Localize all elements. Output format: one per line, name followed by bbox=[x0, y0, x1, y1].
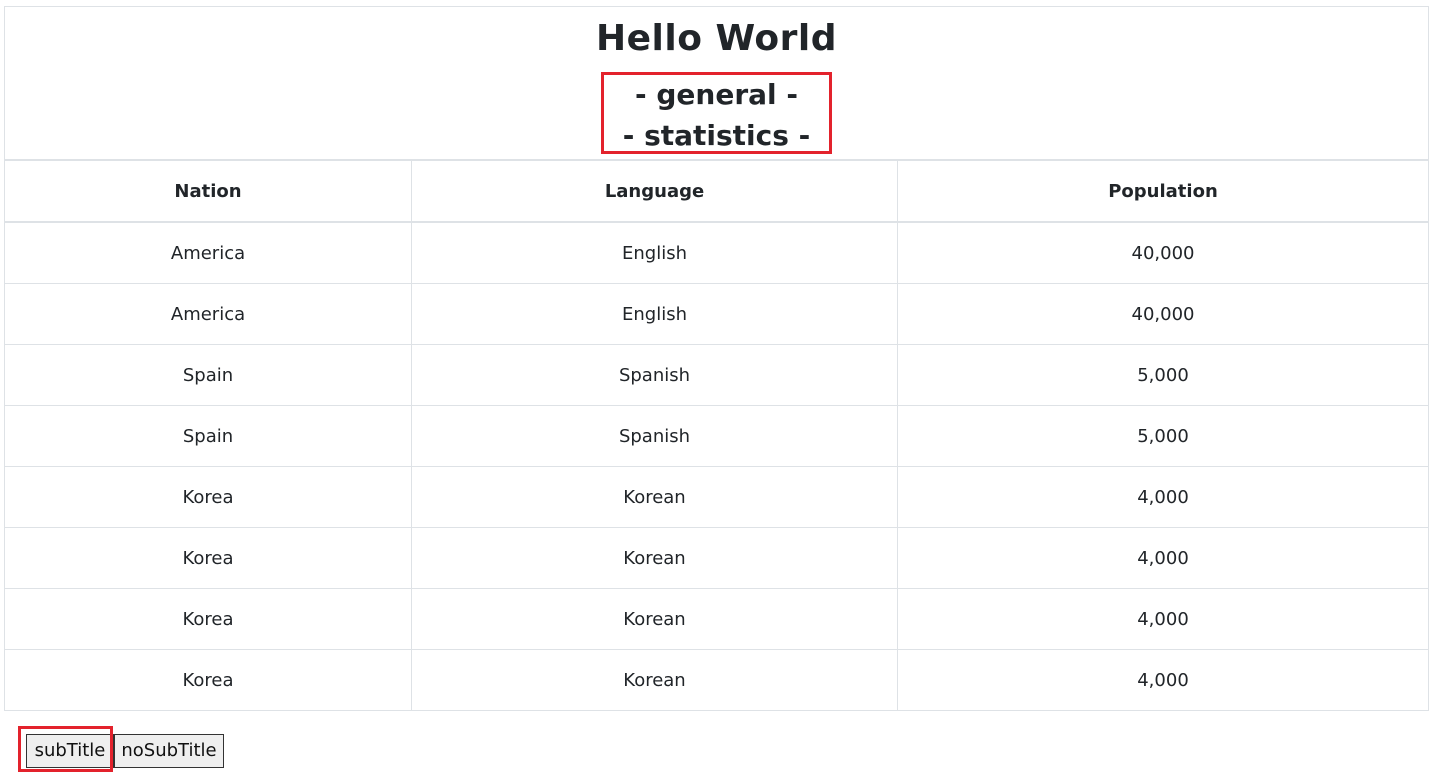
subtitle-line-statistics: - statistics - bbox=[622, 119, 811, 152]
table-row: America English 40,000 bbox=[4, 283, 1429, 345]
column-header-language: Language bbox=[411, 159, 898, 223]
cell-nation: Spain bbox=[4, 405, 412, 467]
page-title: Hello World bbox=[595, 18, 837, 59]
subtitle-line-general: - general - bbox=[635, 78, 798, 111]
cell-population: 40,000 bbox=[897, 283, 1429, 345]
cell-nation: America bbox=[4, 283, 412, 345]
cell-language: English bbox=[411, 221, 898, 284]
cell-language: Korean bbox=[411, 588, 898, 650]
cell-population: 4,000 bbox=[897, 527, 1429, 589]
cell-language: Korean bbox=[411, 466, 898, 528]
cell-nation: America bbox=[4, 221, 412, 284]
cell-population: 4,000 bbox=[897, 649, 1429, 711]
subtitle-button[interactable]: subTitle bbox=[26, 734, 114, 768]
page-container: Hello World - general - - statistics - N… bbox=[4, 6, 1429, 711]
cell-nation: Korea bbox=[4, 588, 412, 650]
table-row: Spain Spanish 5,000 bbox=[4, 344, 1429, 406]
table-header-row: Nation Language Population bbox=[4, 159, 1429, 223]
cell-nation: Korea bbox=[4, 527, 412, 589]
table-caption: Hello World - general - - statistics - bbox=[4, 6, 1429, 161]
table-row: Spain Spanish 5,000 bbox=[4, 405, 1429, 467]
statistics-table: Hello World - general - - statistics - N… bbox=[4, 6, 1429, 711]
cell-population: 4,000 bbox=[897, 466, 1429, 528]
subtitle-highlight-box: - general - - statistics - bbox=[601, 72, 832, 154]
table-row: Korea Korean 4,000 bbox=[4, 588, 1429, 650]
column-header-population: Population bbox=[897, 159, 1429, 223]
cell-nation: Spain bbox=[4, 344, 412, 406]
cell-population: 40,000 bbox=[897, 221, 1429, 284]
cell-population: 5,000 bbox=[897, 344, 1429, 406]
cell-nation: Korea bbox=[4, 649, 412, 711]
cell-population: 4,000 bbox=[897, 588, 1429, 650]
cell-nation: Korea bbox=[4, 466, 412, 528]
table-row: America English 40,000 bbox=[4, 221, 1429, 284]
cell-language: Spanish bbox=[411, 405, 898, 467]
column-header-nation: Nation bbox=[4, 159, 412, 223]
nosubtitle-button[interactable]: noSubTitle bbox=[114, 734, 224, 768]
cell-language: Korean bbox=[411, 527, 898, 589]
table-row: Korea Korean 4,000 bbox=[4, 466, 1429, 528]
cell-language: English bbox=[411, 283, 898, 345]
cell-population: 5,000 bbox=[897, 405, 1429, 467]
cell-language: Spanish bbox=[411, 344, 898, 406]
cell-language: Korean bbox=[411, 649, 898, 711]
table-row: Korea Korean 4,000 bbox=[4, 527, 1429, 589]
table-row: Korea Korean 4,000 bbox=[4, 649, 1429, 711]
